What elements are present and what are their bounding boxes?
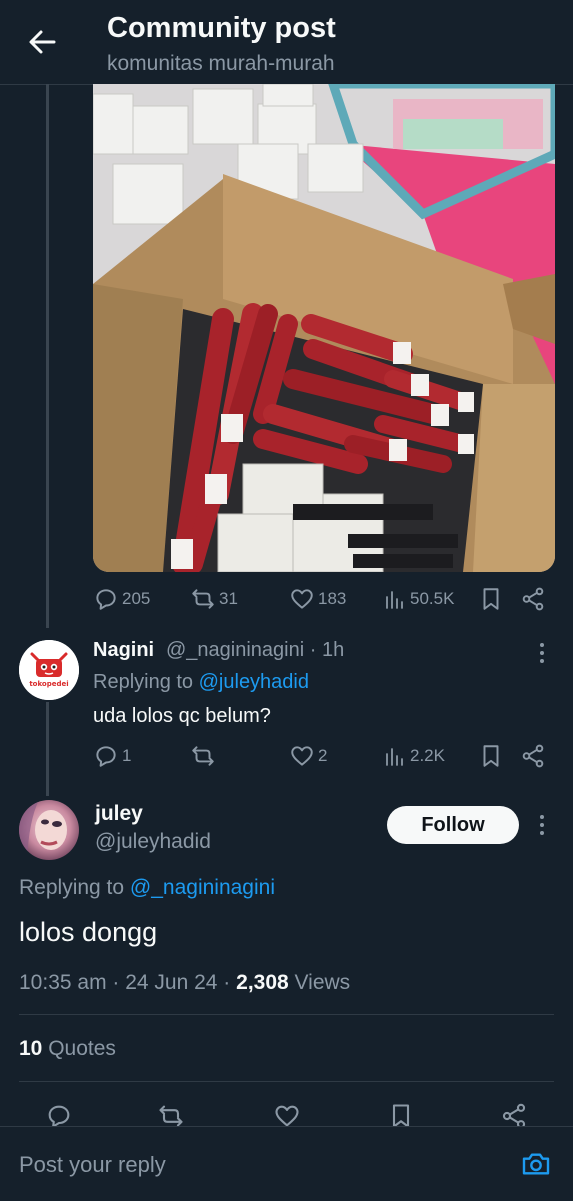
- post-image[interactable]: [93, 84, 555, 572]
- author-name[interactable]: juley: [95, 802, 143, 826]
- quotes-label: Quotes: [42, 1037, 116, 1060]
- share-button[interactable]: [520, 585, 546, 613]
- comment-icon: [96, 589, 116, 610]
- bar-chart-icon: [386, 591, 403, 609]
- back-button[interactable]: [20, 22, 64, 62]
- page-title: Community post: [107, 12, 336, 44]
- reply-text: uda lolos qc belum?: [93, 705, 271, 727]
- like-count: 2: [318, 746, 328, 765]
- tokopedia-logo-icon: tokopedei: [19, 640, 79, 700]
- repost-icon: [192, 746, 214, 766]
- bar-chart-icon: [386, 748, 403, 766]
- views-label: Views: [288, 971, 351, 994]
- replying-to-link[interactable]: @juleyhadid: [199, 671, 309, 693]
- replying-to-prefix: Replying to: [19, 876, 125, 899]
- replying-to-prefix: Replying to: [93, 671, 194, 693]
- timestamp: 10:35 am · 24 Jun 24 ·: [19, 971, 237, 994]
- camera-icon: [522, 1153, 550, 1175]
- like-action[interactable]: 183: [289, 586, 346, 612]
- views-count: 2,308: [236, 971, 289, 994]
- more-vertical-icon: [540, 643, 544, 663]
- avatar-logo-text: tokopedei: [29, 680, 68, 688]
- reply-action[interactable]: 1: [93, 743, 131, 769]
- bookmark-icon: [483, 588, 499, 610]
- avatar[interactable]: [19, 800, 79, 860]
- more-vertical-icon: [540, 815, 544, 835]
- community-name[interactable]: komunitas murah-murah: [107, 52, 335, 76]
- more-options-button[interactable]: [530, 812, 554, 838]
- thread-line: [46, 702, 49, 796]
- author-handle[interactable]: @juleyhadid: [95, 830, 211, 854]
- like-count: 183: [318, 589, 347, 608]
- more-options-button[interactable]: [530, 640, 554, 666]
- repost-icon: [159, 1105, 183, 1126]
- views-action[interactable]: 2.2K: [383, 743, 445, 769]
- tweet-text: lolos dongg: [19, 917, 158, 947]
- share-icon: [522, 744, 544, 768]
- repost-action[interactable]: [157, 1102, 185, 1126]
- bookmark-button[interactable]: [478, 742, 504, 770]
- avatar[interactable]: tokopedei: [19, 640, 79, 700]
- bookmark-icon: [483, 745, 499, 767]
- quotes-count: 10: [19, 1037, 43, 1060]
- heart-icon: [291, 589, 313, 609]
- bookmark-button[interactable]: [387, 1102, 415, 1126]
- lipstick-box-photo: [93, 84, 555, 572]
- comment-icon: [48, 1105, 70, 1126]
- share-button[interactable]: [520, 742, 546, 770]
- reply-count: 205: [122, 589, 151, 608]
- replying-to: Replying to @_nagininagini: [19, 876, 275, 900]
- like-action[interactable]: 2: [289, 743, 327, 769]
- reply-count: 1: [122, 746, 132, 765]
- repost-icon: [192, 589, 214, 609]
- reply-input[interactable]: Post your reply: [19, 1152, 166, 1178]
- camera-button[interactable]: [520, 1148, 552, 1180]
- arrow-left-icon: [29, 30, 56, 54]
- views-action[interactable]: 50.5K: [383, 586, 454, 612]
- share-icon: [522, 587, 544, 611]
- repost-action[interactable]: 31: [190, 586, 238, 612]
- tweet-meta: 10:35 am · 24 Jun 24 · 2,308 Views: [19, 971, 350, 995]
- view-count: 2.2K: [410, 746, 445, 765]
- share-icon: [502, 1103, 526, 1126]
- reply-action[interactable]: 205: [93, 586, 150, 612]
- divider: [19, 1081, 554, 1082]
- profile-photo: [19, 800, 79, 860]
- author-handle: @_nagininagini · 1h: [166, 639, 345, 661]
- bookmark-icon: [392, 1104, 410, 1126]
- divider: [19, 1014, 554, 1015]
- thread-line: [46, 84, 49, 628]
- replying-to: Replying to @juleyhadid: [93, 671, 309, 694]
- repost-action[interactable]: [190, 743, 219, 769]
- repost-count: 31: [219, 589, 238, 608]
- replying-to-link[interactable]: @_nagininagini: [130, 876, 275, 899]
- view-count: 50.5K: [410, 589, 455, 608]
- quotes-link[interactable]: 10 Quotes: [19, 1037, 116, 1061]
- like-action[interactable]: [273, 1102, 301, 1126]
- share-button[interactable]: [500, 1102, 528, 1126]
- bookmark-button[interactable]: [478, 585, 504, 613]
- heart-icon: [291, 746, 313, 766]
- heart-icon: [275, 1105, 299, 1126]
- follow-button[interactable]: Follow: [387, 806, 519, 844]
- comment-icon: [96, 746, 116, 767]
- author-name[interactable]: Nagini: [93, 639, 154, 662]
- reply-action[interactable]: [45, 1102, 73, 1126]
